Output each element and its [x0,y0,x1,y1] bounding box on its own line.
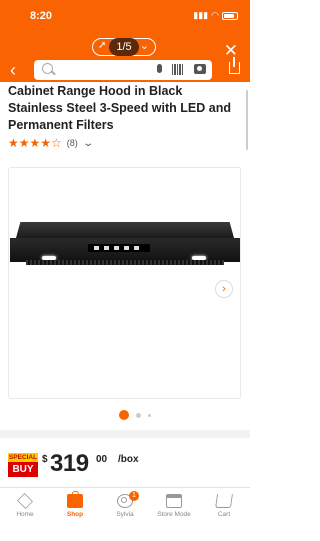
next-image-button[interactable]: › [215,280,233,298]
hood-button [134,246,139,250]
tab-cart[interactable]: Cart [204,494,244,518]
search-input[interactable] [34,60,212,80]
section-divider [0,430,250,438]
tab-account[interactable]: 1 Sylvia [105,491,145,518]
hood-top [16,222,234,238]
signal-icon: ▮▮▮ [193,10,209,20]
product-image-frame[interactable] [8,167,241,399]
wifi-icon: ◠ [211,10,219,20]
scrollbar[interactable] [246,90,248,150]
share-icon[interactable] [229,57,240,74]
tab-label: Sylvia [116,511,134,518]
review-count: (8) [66,138,78,148]
hood-filter [26,260,224,265]
hood-button [124,246,129,250]
tab-label: Cart [217,511,231,518]
tab-label: Store Mode [157,511,191,518]
product-image-range-hood [10,222,240,265]
product-rating[interactable]: ★★★★☆ (8) ⌄ [8,136,94,150]
rating-stars: ★★★★☆ [8,136,62,150]
carousel-dot[interactable] [148,413,151,417]
carousel-dot[interactable] [136,412,141,418]
barcode-scan-icon[interactable] [172,64,184,75]
special-buy-bottom: BUY [8,462,38,477]
tab-store-mode[interactable]: Store Mode [154,494,194,518]
pager-count: 1/5 [109,38,139,56]
carousel-dot-active[interactable] [119,410,129,420]
battery-icon [222,11,238,20]
status-time: 8:20 [30,10,53,22]
hood-button [94,246,99,250]
special-buy-badge: SPECIAL BUY [8,453,38,479]
back-icon[interactable]: ‹ [10,61,16,79]
carousel-dots [119,410,151,420]
status-icons: ▮▮▮ ◠ [193,10,238,21]
bottom-tab-bar: Home Shop 1 Sylvia Store Mode Cart [0,488,250,541]
notification-badge: 1 [129,491,139,501]
navigation-arrow-icon: ➚ [98,40,107,51]
tab-shop[interactable]: Shop [55,491,95,518]
status-bar: 8:20 ▮▮▮ ◠ [0,6,250,26]
camera-icon[interactable] [194,64,206,74]
image-pager-pill[interactable]: ➚ 1/5 ⌄ [92,38,156,56]
microphone-icon[interactable] [157,64,162,73]
close-icon[interactable]: ✕ [224,42,238,59]
price-dollars: 319 [50,450,89,477]
home-icon [17,493,33,509]
tab-label: Home [16,511,34,518]
cart-icon [215,494,233,508]
hood-button [114,246,119,250]
chevron-down-icon: ⌄ [82,137,94,149]
search-icon [42,63,53,74]
shopping-bag-icon [67,491,83,508]
chevron-down-icon: ⌄ [139,40,149,52]
tab-home[interactable]: Home [5,493,45,518]
app-header: 8:20 ▮▮▮ ◠ ➚ 1/5 ⌄ ✕ ‹ [0,0,250,82]
tab-label: Shop [66,511,84,518]
hood-button [104,246,109,250]
price-currency: $ [42,454,48,465]
price-cents: 00 [96,454,108,465]
store-icon [166,494,182,508]
product-title: Cabinet Range Hood in Black Stainless St… [8,84,231,132]
price-unit: /box [118,454,139,465]
